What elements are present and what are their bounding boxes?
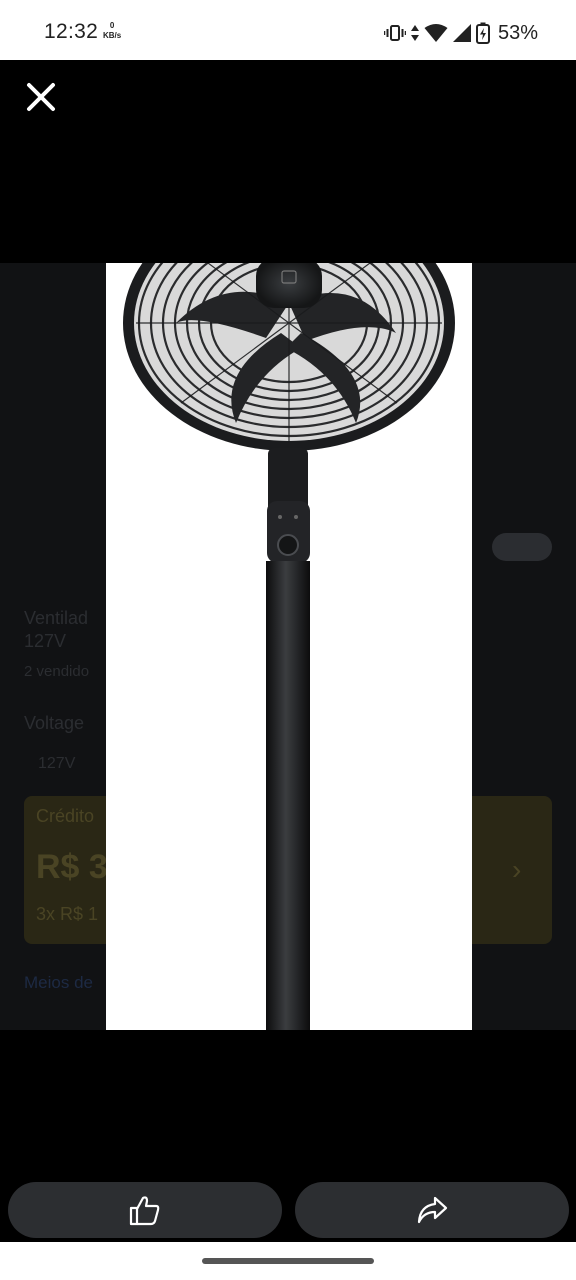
battery-charging-icon — [475, 22, 490, 44]
underlay-voltage-label: Voltage — [24, 713, 85, 733]
underlay-credit-label: Crédito — [36, 806, 95, 826]
share-button[interactable] — [295, 1182, 569, 1238]
data-arrows-icon — [410, 25, 419, 41]
net-speed-unit: KB/s — [103, 31, 122, 40]
signal-icon — [452, 24, 471, 42]
underlay-price: R$ 3 — [36, 848, 108, 886]
viewer-action-bar — [0, 1178, 576, 1242]
underlay-payment-link: Meios de — [24, 973, 93, 992]
close-icon[interactable] — [24, 80, 58, 114]
underlay-sold: 2 vendido — [24, 663, 90, 680]
underlay-title-line2: 127V — [24, 631, 67, 651]
network-speed: 0 KB/s — [103, 21, 121, 41]
underlay-badge — [492, 533, 552, 561]
underlay-voltage-value: 127V — [38, 755, 76, 772]
underlay-chevron-right-icon: › — [512, 854, 522, 885]
home-gesture-handle[interactable] — [202, 1258, 374, 1264]
pedestal-fan-image — [123, 263, 455, 1030]
share-icon — [417, 1196, 448, 1224]
status-time: 12:32 — [44, 20, 99, 43]
underlay-title: Ventilad — [24, 608, 89, 628]
battery-percentage: 53% — [497, 21, 538, 44]
image-viewer: Ventilad 127V 2 vendido Voltage 127V Cré… — [0, 60, 576, 1242]
like-button[interactable] — [8, 1182, 282, 1238]
vibrate-icon — [383, 25, 406, 41]
status-icons: 53% — [383, 19, 538, 47]
wifi-icon — [424, 24, 448, 42]
product-image[interactable] — [106, 263, 472, 1030]
net-speed-value: 0 — [109, 21, 115, 30]
underlay-installments: 3x R$ 1 — [36, 904, 99, 924]
status-bar: 12:32 0 KB/s 53% — [0, 0, 576, 60]
navigation-bar — [0, 1242, 576, 1280]
thumbs-up-icon — [129, 1196, 160, 1226]
